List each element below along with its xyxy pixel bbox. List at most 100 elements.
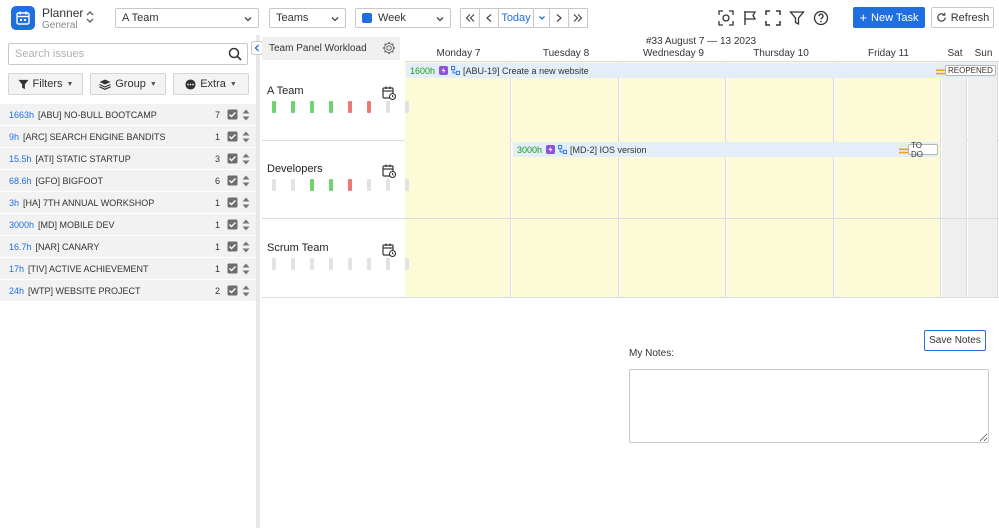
checkbox-icon[interactable] bbox=[227, 197, 238, 208]
previous-week-button[interactable] bbox=[479, 8, 499, 28]
sidebar-splitter[interactable] bbox=[256, 35, 260, 528]
previous-period-button[interactable] bbox=[460, 8, 480, 28]
filter-icon[interactable] bbox=[789, 10, 805, 26]
workload-bar bbox=[310, 179, 314, 191]
next-period-button[interactable] bbox=[568, 8, 588, 28]
project-hours: 24h bbox=[9, 285, 25, 296]
drag-sort-icon[interactable] bbox=[242, 219, 250, 231]
drag-sort-icon[interactable] bbox=[242, 153, 250, 165]
notes-textarea[interactable] bbox=[629, 369, 989, 443]
filters-button[interactable]: Filters ▼ bbox=[8, 73, 83, 95]
fullscreen-icon[interactable] bbox=[765, 10, 781, 26]
search-input[interactable] bbox=[8, 43, 248, 65]
team-name[interactable]: Scrum Team bbox=[267, 242, 329, 254]
checkbox-icon[interactable] bbox=[227, 285, 238, 296]
day-cell[interactable] bbox=[835, 219, 941, 297]
project-hours: 9h bbox=[9, 131, 20, 142]
today-dropdown-button[interactable] bbox=[533, 8, 550, 28]
day-cell[interactable] bbox=[727, 219, 834, 297]
calendar-clock-icon[interactable] bbox=[382, 243, 396, 257]
team-name[interactable]: Developers bbox=[267, 163, 323, 175]
workload-bar bbox=[348, 101, 352, 113]
task-bar[interactable]: 3000h [MD-2] IOS version TO DO bbox=[513, 141, 938, 159]
day-header: Sun bbox=[974, 48, 993, 59]
planner-app: Planner General A Team Teams Week Today bbox=[0, 0, 999, 528]
refresh-button[interactable]: Refresh bbox=[931, 7, 994, 28]
workload-bar bbox=[272, 258, 276, 270]
workload-bars bbox=[272, 101, 409, 113]
week-label: #33 August 7 — 13 2023 bbox=[646, 36, 757, 47]
workload-bar bbox=[291, 179, 295, 191]
day-cell[interactable] bbox=[405, 219, 511, 297]
save-notes-button[interactable]: Save Notes bbox=[924, 330, 986, 351]
calendar-clock-icon[interactable] bbox=[382, 164, 396, 178]
status-badge[interactable]: TO DO bbox=[908, 141, 938, 159]
day-cell[interactable] bbox=[968, 140, 998, 218]
planner-app-icon[interactable] bbox=[11, 6, 35, 30]
refresh-label: Refresh bbox=[950, 11, 990, 24]
workload-bar bbox=[329, 101, 333, 113]
today-button[interactable]: Today bbox=[498, 8, 534, 28]
team-name[interactable]: A Team bbox=[267, 85, 304, 97]
group-button[interactable]: Group ▼ bbox=[90, 73, 166, 95]
project-row[interactable]: 3h [HA] 7TH ANNUAL WORKSHOP 1 bbox=[0, 192, 256, 214]
day-cell[interactable] bbox=[620, 219, 726, 297]
workload-bar bbox=[405, 258, 409, 270]
project-issue-count: 1 bbox=[215, 263, 221, 274]
drag-sort-icon[interactable] bbox=[242, 197, 250, 209]
workload-bars bbox=[272, 258, 409, 270]
checkbox-icon[interactable] bbox=[227, 131, 238, 142]
project-issue-count: 1 bbox=[215, 131, 221, 142]
priority-medium-icon bbox=[936, 67, 945, 75]
search-icon[interactable] bbox=[228, 47, 242, 61]
project-name: [ABU] NO-BULL BOOTCAMP bbox=[38, 109, 157, 120]
drag-sort-icon[interactable] bbox=[242, 263, 250, 275]
drag-sort-icon[interactable] bbox=[242, 131, 250, 143]
new-task-button[interactable]: + New Task bbox=[853, 7, 925, 28]
checkbox-icon[interactable] bbox=[227, 263, 238, 274]
drag-sort-icon[interactable] bbox=[242, 109, 250, 121]
day-cell[interactable] bbox=[512, 219, 619, 297]
project-row[interactable]: 17h [TIV] ACTIVE ACHIEVEMENT 1 bbox=[0, 258, 256, 280]
project-row[interactable]: 68.6h [GFO] BIGFOOT 6 bbox=[0, 170, 256, 192]
project-row[interactable]: 1663h [ABU] NO-BULL BOOTCAMP 7 bbox=[0, 104, 256, 126]
app-title: Planner bbox=[42, 6, 84, 20]
checkbox-icon[interactable] bbox=[227, 219, 238, 230]
view-select[interactable]: Week bbox=[355, 8, 451, 28]
day-cell[interactable] bbox=[405, 140, 511, 218]
issues-sidebar: Filters ▼ Group ▼ Extra ▼ 1663h[ABU] NO-… bbox=[0, 35, 256, 528]
project-row[interactable]: 16.7h [NAR] CANARY 1 bbox=[0, 236, 256, 258]
extra-button[interactable]: Extra ▼ bbox=[173, 73, 249, 95]
checkbox-icon[interactable] bbox=[227, 109, 238, 120]
calendar-clock-icon[interactable] bbox=[382, 86, 396, 100]
project-row[interactable]: 9h [ARC] SEARCH ENGINE BANDITS 1 bbox=[0, 126, 256, 148]
drag-sort-icon[interactable] bbox=[242, 175, 250, 187]
day-cell[interactable] bbox=[942, 140, 967, 218]
task-bar[interactable]: 1600h [ABU-19] Create a new website REOPEN… bbox=[406, 63, 996, 78]
checkbox-icon[interactable] bbox=[227, 241, 238, 252]
team-select[interactable]: A Team bbox=[115, 8, 259, 28]
project-row[interactable]: 3000h [MD] MOBILE DEV 1 bbox=[0, 214, 256, 236]
calendar-icon bbox=[362, 13, 372, 23]
group-by-select[interactable]: Teams bbox=[269, 8, 346, 28]
day-cell[interactable] bbox=[968, 219, 998, 297]
next-week-button[interactable] bbox=[549, 8, 569, 28]
gear-icon[interactable] bbox=[382, 41, 396, 55]
date-navigation: Today bbox=[460, 8, 588, 28]
day-cell[interactable] bbox=[942, 219, 967, 297]
status-badge[interactable]: REOPENED bbox=[945, 65, 996, 76]
day-header: Wednesday 9 bbox=[643, 48, 704, 59]
chevron-up-down-icon[interactable] bbox=[84, 10, 96, 24]
checkbox-icon[interactable] bbox=[227, 175, 238, 186]
project-row[interactable]: 24h [WTP] WEBSITE PROJECT 2 bbox=[0, 280, 256, 302]
help-icon[interactable] bbox=[813, 10, 829, 26]
chevron-right-icon bbox=[556, 14, 562, 22]
workload-bar bbox=[348, 258, 352, 270]
drag-sort-icon[interactable] bbox=[242, 241, 250, 253]
project-row[interactable]: 15.5h [ATI] STATIC STARTUP 3 bbox=[0, 148, 256, 170]
screenshot-icon[interactable] bbox=[718, 10, 734, 26]
checkbox-icon[interactable] bbox=[227, 153, 238, 164]
drag-sort-icon[interactable] bbox=[242, 285, 250, 297]
team-panel-header: Team Panel Workload bbox=[262, 37, 400, 60]
flag-icon[interactable] bbox=[742, 10, 758, 26]
